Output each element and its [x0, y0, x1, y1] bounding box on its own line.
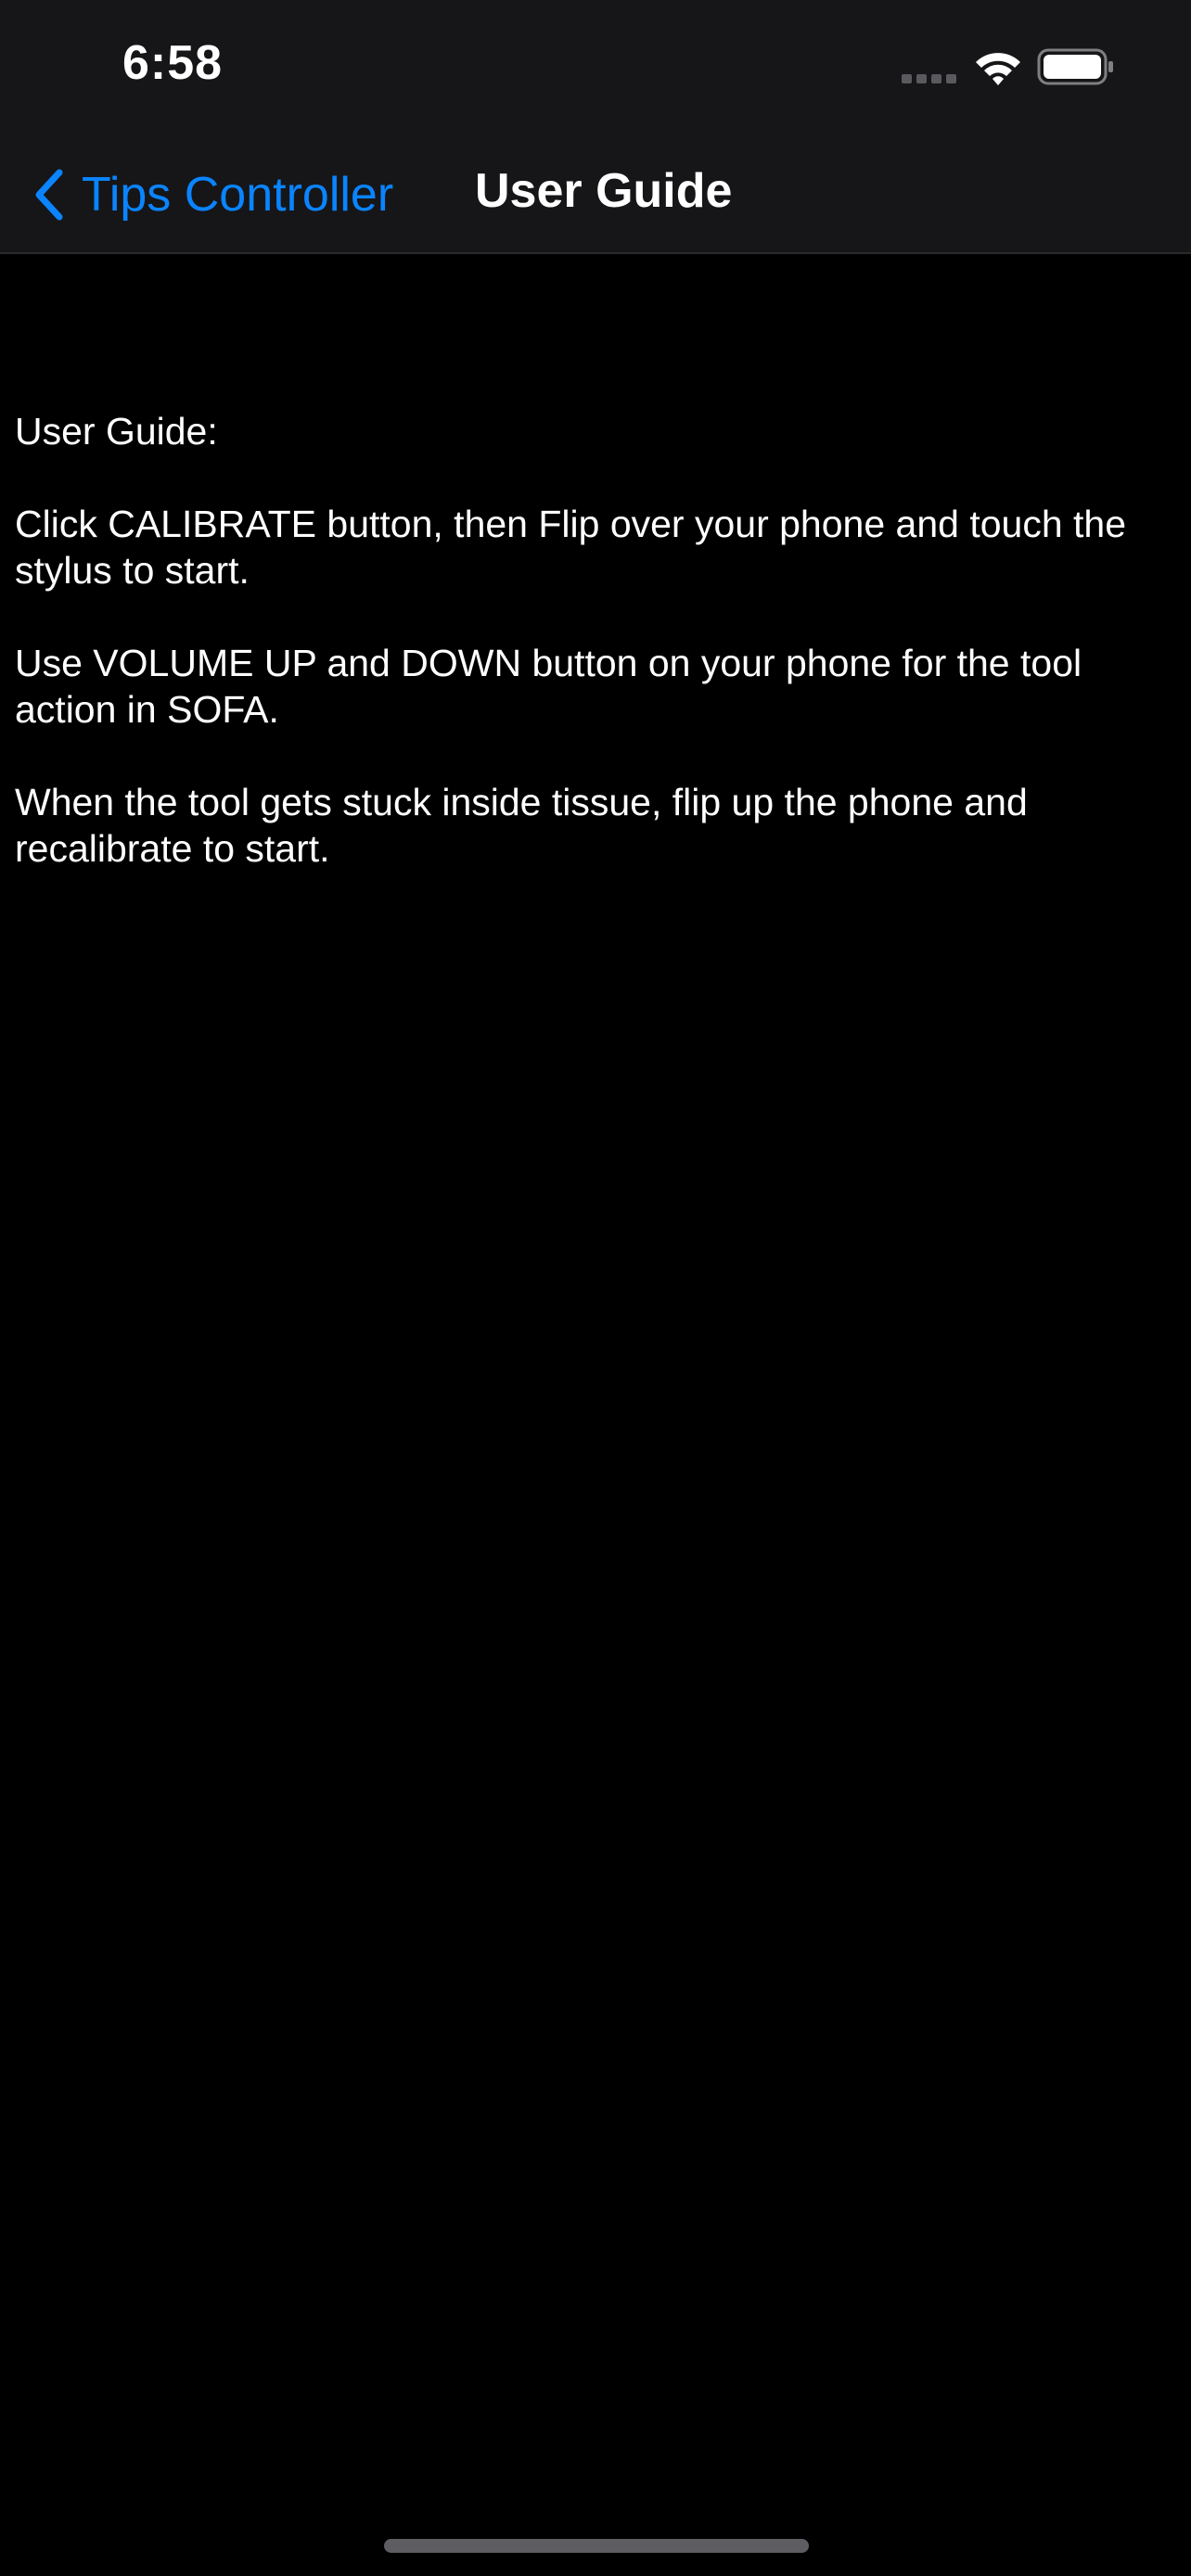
wifi-icon: [976, 53, 1020, 85]
user-guide-text: User Guide: Click CALIBRATE button, then…: [15, 408, 1176, 918]
home-indicator[interactable]: [384, 2539, 809, 2553]
chevron-left-icon: [35, 169, 63, 221]
navigation-bar: Tips Controller User Guide: [0, 139, 1191, 250]
guide-paragraph-recalibrate: When the tool gets stuck inside tissue, …: [15, 781, 1028, 870]
back-button-label: Tips Controller: [82, 168, 394, 222]
top-chrome: 6:58 Tips Controller User Guide: [0, 0, 1191, 254]
guide-paragraph-calibrate: Click CALIBRATE button, then Flip over y…: [15, 503, 1127, 592]
guide-heading: User Guide:: [15, 410, 218, 453]
guide-paragraph-volume: Use VOLUME UP and DOWN button on your ph…: [15, 642, 1082, 731]
status-time: 6:58: [122, 36, 224, 90]
cellular-signal-icon: [902, 74, 957, 83]
battery-icon: [1037, 48, 1113, 85]
back-button[interactable]: Tips Controller: [28, 158, 393, 232]
page-title: User Guide: [475, 164, 733, 218]
status-bar: 6:58: [0, 0, 1191, 139]
